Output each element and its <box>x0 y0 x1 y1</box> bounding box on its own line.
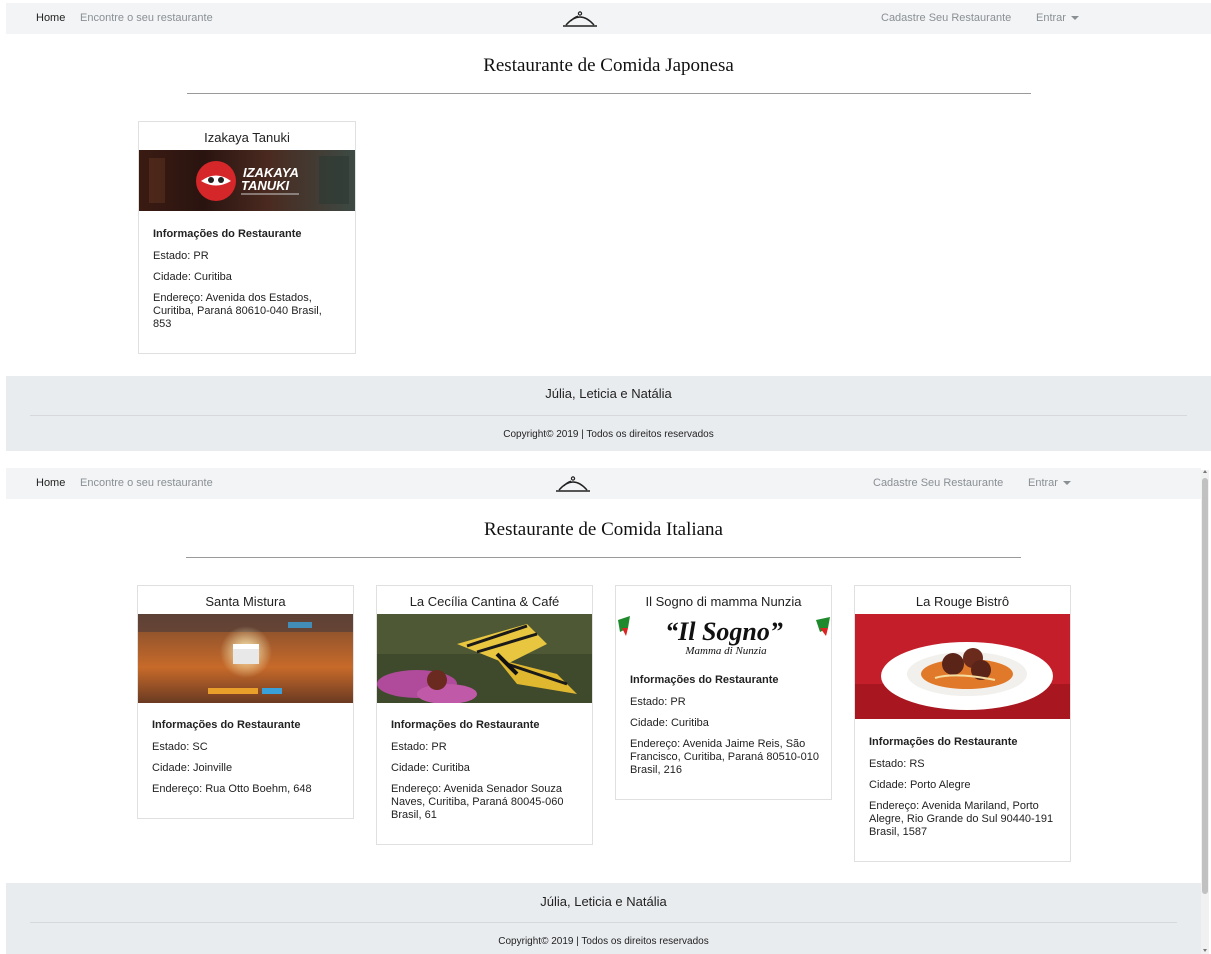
footer: Júlia, Leticia e Natália Copyright© 2019… <box>6 376 1211 451</box>
restaurant-card[interactable]: Il Sogno di mamma Nunzia “Il Sogno” Mamm… <box>615 585 832 800</box>
info-estado: Estado: PR <box>630 696 686 708</box>
scroll-up-arrow-icon[interactable] <box>1203 470 1207 473</box>
restaurant-info: Informações do Restaurante Estado: PR Ci… <box>153 228 343 339</box>
restaurant-card[interactable]: Santa Mistura Informações do Restaurante… <box>137 585 354 819</box>
restaurant-image <box>377 614 592 703</box>
info-cidade: Cidade: Curitiba <box>630 717 709 729</box>
info-title: Informações do Restaurante <box>391 719 540 731</box>
logo-text: Mamma di Nunzia <box>684 645 767 657</box>
info-estado: Estado: SC <box>152 741 208 753</box>
info-estado: Estado: PR <box>153 250 209 262</box>
info-title: Informações do Restaurante <box>869 736 1018 748</box>
nav-find-restaurant-link[interactable]: Encontre o seu restaurante <box>80 12 213 24</box>
nav-login-label: Entrar <box>1028 477 1058 489</box>
info-cidade: Cidade: Curitiba <box>153 271 232 283</box>
navbar: Home Encontre o seu restaurante Cadastre… <box>6 3 1211 34</box>
footer-copyright: Copyright© 2019 | Todos os direitos rese… <box>503 429 714 440</box>
restaurant-image <box>855 614 1070 719</box>
restaurant-name: Il Sogno di mamma Nunzia <box>645 594 802 609</box>
scroll-down-arrow-icon[interactable] <box>1203 949 1207 952</box>
footer-divider <box>30 415 1187 416</box>
info-cidade: Cidade: Porto Alegre <box>869 779 971 791</box>
info-title: Informações do Restaurante <box>630 674 779 686</box>
footer: Júlia, Leticia e Natália Copyright© 2019… <box>6 883 1201 954</box>
footer-divider <box>30 922 1177 923</box>
info-title: Informações do Restaurante <box>152 719 301 731</box>
section-title: Restaurante de Comida Italiana <box>484 519 723 540</box>
logo-text: “Il Sogno” <box>665 617 783 646</box>
navbar: Home Encontre o seu restaurante Cadastre… <box>6 468 1201 499</box>
nav-login-label: Entrar <box>1036 12 1066 24</box>
restaurant-info: Informações do Restaurante Estado: PR Ci… <box>391 719 580 830</box>
footer-copyright: Copyright© 2019 | Todos os direitos rese… <box>498 936 709 947</box>
nav-login-dropdown[interactable]: Entrar <box>1036 12 1079 24</box>
footer-authors: Júlia, Leticia e Natália <box>540 894 667 909</box>
restaurant-info: Informações do Restaurante Estado: SC Ci… <box>152 719 341 804</box>
restaurant-card[interactable]: La Rouge Bistrô Informações do Restauran… <box>854 585 1071 862</box>
logo-text: TANUKI <box>241 178 290 193</box>
info-endereco: Endereço: Rua Otto Boehm, 648 <box>152 783 312 795</box>
scrollbar[interactable] <box>1201 470 1209 954</box>
info-endereco: Endereço: Avenida Jaime Reis, São Franci… <box>630 738 819 776</box>
section-divider <box>187 93 1031 94</box>
caret-down-icon <box>1070 16 1079 21</box>
izakaya-logo: IZAKAYA TANUKI <box>149 156 349 204</box>
info-cidade: Cidade: Curitiba <box>391 762 470 774</box>
restaurant-card[interactable]: Izakaya Tanuki IZAKAYA TANUKI Informaçõe… <box>138 121 356 354</box>
nav-home-link[interactable]: Home <box>36 12 65 24</box>
nav-find-restaurant-link[interactable]: Encontre o seu restaurante <box>80 477 213 489</box>
cloche-icon[interactable] <box>555 472 591 496</box>
info-estado: Estado: PR <box>391 741 447 753</box>
info-endereco: Endereço: Avenida Mariland, Porto Alegre… <box>869 800 1054 838</box>
restaurant-image: “Il Sogno” Mamma di Nunzia <box>616 614 831 659</box>
info-estado: Estado: RS <box>869 758 925 770</box>
nav-home-link[interactable]: Home <box>36 477 65 489</box>
info-endereco: Endereço: Avenida dos Estados, Curitiba,… <box>153 292 322 330</box>
nav-register-link[interactable]: Cadastre Seu Restaurante <box>881 12 1011 24</box>
restaurant-name: La Rouge Bistrô <box>915 594 1010 609</box>
restaurant-info: Informações do Restaurante Estado: RS Ci… <box>869 736 1058 847</box>
scrollbar-thumb[interactable] <box>1202 478 1208 894</box>
nav-register-link[interactable]: Cadastre Seu Restaurante <box>873 477 1003 489</box>
page-japanese: Home Encontre o seu restaurante Cadastre… <box>6 3 1211 451</box>
cloche-icon[interactable] <box>562 7 598 31</box>
restaurant-name: La Cecília Cantina & Café <box>409 594 560 609</box>
info-endereco: Endereço: Avenida Senador Souza Naves, C… <box>391 783 564 821</box>
restaurant-image <box>138 614 353 703</box>
footer-authors: Júlia, Leticia e Natália <box>545 386 672 401</box>
restaurant-card[interactable]: La Cecília Cantina & Café Informações do… <box>376 585 593 845</box>
restaurant-name: Santa Mistura <box>205 594 286 609</box>
restaurant-info: Informações do Restaurante Estado: PR Ci… <box>630 674 819 785</box>
restaurant-image: IZAKAYA TANUKI <box>139 150 355 211</box>
info-cidade: Cidade: Joinville <box>152 762 233 774</box>
nav-login-dropdown[interactable]: Entrar <box>1028 477 1071 489</box>
section-divider <box>186 557 1021 558</box>
restaurant-name: Izakaya Tanuki <box>204 130 290 145</box>
info-title: Informações do Restaurante <box>153 228 302 240</box>
caret-down-icon <box>1062 481 1071 486</box>
page-italian: Home Encontre o seu restaurante Cadastre… <box>6 468 1201 954</box>
section-title: Restaurante de Comida Japonesa <box>483 55 734 76</box>
